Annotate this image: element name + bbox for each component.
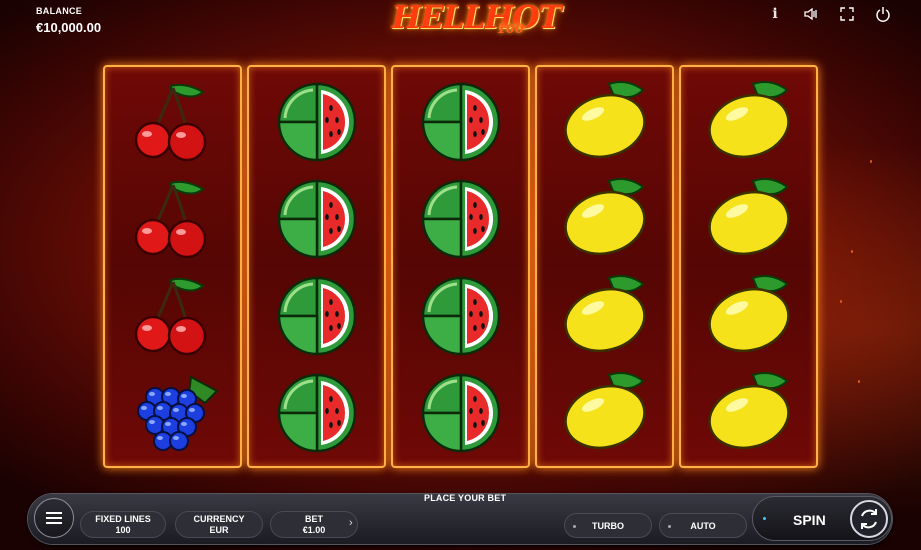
ember [851, 250, 853, 253]
balance-value: €10,000.00 [36, 20, 102, 35]
hamburger-icon [46, 512, 62, 524]
spin-label: SPIN [793, 512, 826, 528]
logo-subtitle: 100 [496, 22, 524, 37]
currency-button[interactable]: CURRENCY EUR [175, 511, 263, 538]
sound-icon[interactable] [803, 6, 819, 22]
grapes-icon [123, 367, 223, 457]
lemon-icon [555, 76, 655, 166]
reels [103, 65, 818, 468]
fullscreen-icon[interactable] [839, 6, 855, 22]
ember [858, 380, 860, 383]
turbo-indicator [573, 525, 576, 528]
info-icon[interactable]: i [767, 6, 783, 22]
watermelon-icon [411, 367, 511, 457]
watermelon-icon [267, 367, 367, 457]
lemon-icon [555, 367, 655, 457]
turbo-label: TURBO [592, 520, 624, 531]
reel-1 [103, 65, 242, 468]
power-icon[interactable] [875, 6, 891, 22]
ember [870, 160, 872, 163]
balance: BALANCE €10,000.00 [36, 6, 101, 35]
bet-prompt: PLACE YOUR BET [424, 493, 507, 503]
auto-label: AUTO [690, 520, 716, 531]
cherry-icon [123, 76, 223, 166]
watermelon-icon [267, 270, 367, 360]
lemon-icon [699, 76, 799, 166]
lemon-icon [555, 270, 655, 360]
turbo-button[interactable]: TURBO [564, 513, 652, 538]
balance-label: BALANCE [36, 6, 83, 16]
top-toolbar: i [767, 6, 891, 22]
spin-indicator [763, 517, 766, 520]
fixed-lines-button[interactable]: FIXED LINES 100 [80, 511, 166, 538]
ember [840, 300, 842, 303]
auto-indicator [668, 525, 671, 528]
bet-button[interactable]: BET €1.00 [270, 511, 358, 538]
watermelon-icon [267, 76, 367, 166]
auto-button[interactable]: AUTO [659, 513, 747, 538]
reel-2 [247, 65, 386, 468]
reel-4 [535, 65, 674, 468]
lemon-icon [699, 173, 799, 263]
chevron-right-icon[interactable]: › [349, 517, 353, 529]
reel-3 [391, 65, 530, 468]
lemon-icon [699, 367, 799, 457]
watermelon-icon [411, 76, 511, 166]
cherry-icon [123, 270, 223, 360]
bet-label: BET [305, 514, 323, 524]
spin-icon[interactable] [850, 500, 888, 538]
watermelon-icon [411, 270, 511, 360]
spin-button[interactable]: SPIN [752, 496, 892, 541]
menu-button[interactable] [34, 498, 74, 538]
game-logo: HELLHOT 100 [392, 0, 562, 42]
watermelon-icon [411, 173, 511, 263]
currency-value: EUR [209, 525, 229, 535]
lemon-icon [555, 173, 655, 263]
bet-value: €1.00 [302, 525, 326, 535]
currency-label: CURRENCY [193, 514, 245, 524]
reel-5 [679, 65, 818, 468]
cherry-icon [123, 173, 223, 263]
watermelon-icon [267, 173, 367, 263]
lemon-icon [699, 270, 799, 360]
fixed-lines-label: FIXED LINES [95, 514, 151, 524]
fixed-lines-value: 100 [115, 525, 131, 535]
